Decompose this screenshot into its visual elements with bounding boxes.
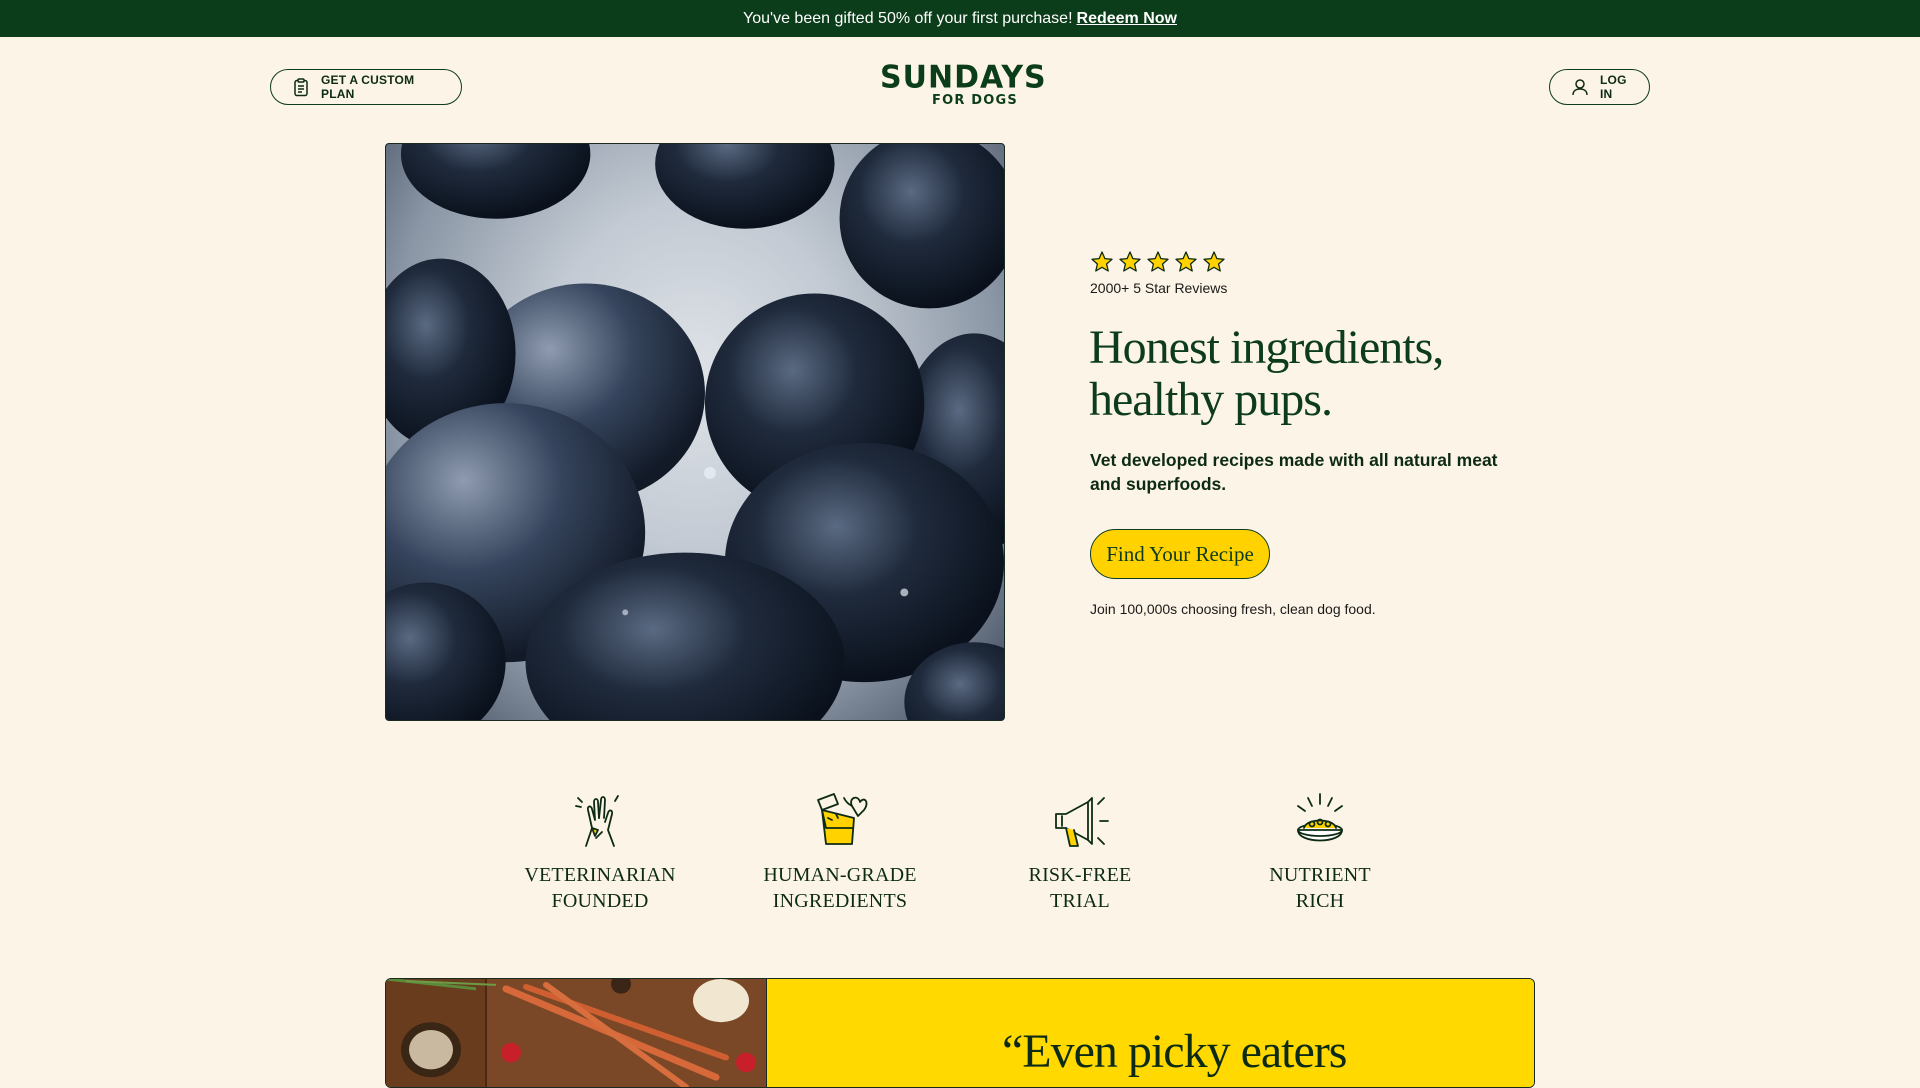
testimonial-quote: “Even picky eaters [1002, 1025, 1347, 1078]
find-your-recipe-button[interactable]: Find Your Recipe [1090, 529, 1270, 579]
star-icon [1203, 251, 1225, 272]
food-bowl-icon [1297, 793, 1343, 842]
login-label: LOG IN [1600, 73, 1627, 101]
get-custom-plan-button[interactable]: GET A CUSTOM PLAN [270, 69, 462, 105]
feature-label-line2: TRIAL [1050, 890, 1110, 912]
high-five-icon [575, 795, 619, 847]
star-icon [1119, 251, 1141, 272]
testimonial-section: “Even picky eaters [385, 978, 1535, 1088]
feature-label-line2: FOUNDED [551, 890, 649, 912]
testimonial-quote-panel: “Even picky eaters [767, 979, 1534, 1087]
sundays-logo[interactable]: SUNDAYS FOR DOGS [880, 59, 1047, 114]
feature-label-line1: RISK-FREE [1028, 864, 1132, 886]
user-icon [1572, 79, 1588, 96]
star-icon [1091, 251, 1113, 272]
feature-nutrient-rich: NUTRIENT RICH [1230, 788, 1410, 914]
star-icon [1147, 251, 1169, 272]
feature-label-line2: RICH [1295, 890, 1345, 912]
hero-image-blueberries [385, 143, 1005, 721]
promo-text: You've been gifted 50% off your first pu… [743, 9, 1073, 27]
logo-wordmark: SUNDAYS [880, 59, 1047, 96]
redeem-now-link[interactable]: Redeem Now [1077, 10, 1177, 28]
megaphone-icon [1055, 797, 1109, 847]
star-rating [1090, 250, 1226, 274]
feature-label-line1: NUTRIENT [1269, 864, 1371, 886]
reviews-count: 2000+ 5 Star Reviews [1090, 280, 1228, 296]
feature-label-line1: HUMAN-GRADE [763, 864, 917, 886]
join-text: Join 100,000s choosing fresh, clean dog … [1090, 601, 1376, 617]
logo-tagline: FOR DOGS [932, 93, 1018, 108]
clipboard-icon [294, 78, 308, 97]
feature-label-line2: INGREDIENTS [772, 890, 908, 912]
testimonial-image-vegetables [386, 979, 767, 1087]
feature-veterinarian-founded: VETERINARIAN FOUNDED [510, 788, 690, 914]
promo-banner: You've been gifted 50% off your first pu… [0, 0, 1920, 37]
login-button[interactable]: LOG IN [1549, 69, 1650, 105]
hero-headline: Honest ingredients, healthy pups. [1089, 321, 1444, 426]
star-icon [1175, 251, 1197, 272]
feature-label-line1: VETERINARIAN [524, 864, 676, 886]
feature-risk-free-trial: RISK-FREE TRIAL [990, 788, 1170, 914]
food-ingredients-icon [817, 793, 868, 845]
hero-subhead: Vet developed recipes made with all natu… [1090, 450, 1498, 494]
feature-human-grade-ingredients: HUMAN-GRADE INGREDIENTS [750, 788, 930, 914]
custom-plan-label: GET A CUSTOM PLAN [321, 73, 415, 101]
